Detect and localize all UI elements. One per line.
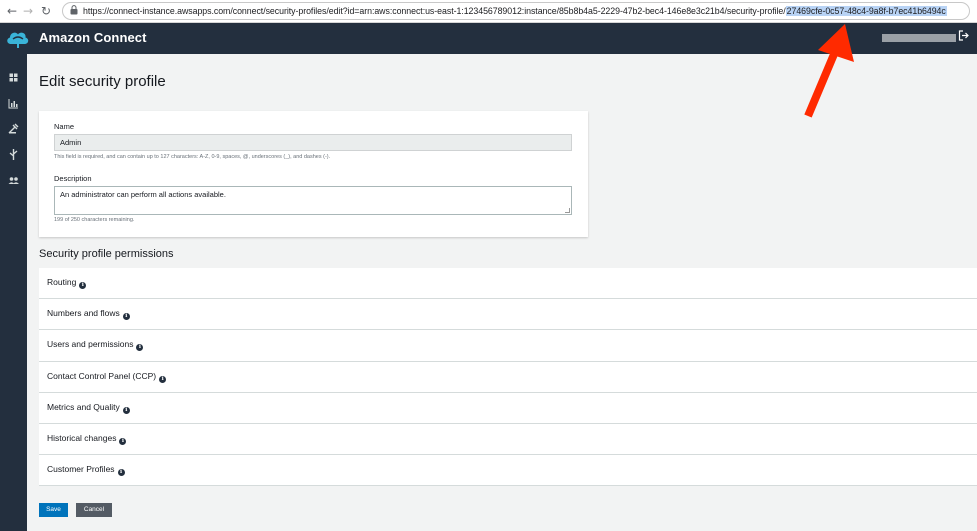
info-icon[interactable]: i bbox=[159, 375, 167, 383]
info-icon[interactable]: i bbox=[119, 437, 127, 445]
info-icon[interactable]: i bbox=[122, 313, 130, 321]
permission-label: Customer Profiles i bbox=[47, 464, 125, 477]
permission-section-users-and-permissions[interactable]: Users and permissions i bbox=[39, 330, 977, 362]
info-icon[interactable]: i bbox=[79, 282, 87, 289]
back-arrow-icon[interactable]: ← bbox=[4, 2, 20, 20]
dashboard-icon[interactable] bbox=[6, 70, 21, 85]
permissions-title: Security profile permissions bbox=[39, 248, 174, 260]
amazon-connect-logo-icon[interactable] bbox=[5, 26, 31, 50]
permission-section-numbers-and-flows[interactable]: Numbers and flows i bbox=[39, 299, 977, 331]
profile-details-card: Name Admin This field is required, and c… bbox=[39, 111, 588, 237]
description-textarea[interactable]: An administrator can perform all actions… bbox=[54, 186, 572, 215]
permission-label: Numbers and flows i bbox=[47, 308, 130, 321]
metrics-chart-icon[interactable] bbox=[6, 96, 21, 111]
name-label: Name bbox=[54, 122, 75, 131]
users-icon[interactable] bbox=[6, 173, 21, 188]
save-button[interactable]: Save bbox=[39, 503, 68, 517]
permission-section-historical-changes[interactable]: Historical changes i bbox=[39, 423, 977, 456]
permission-section-metrics-and-quality[interactable]: Metrics and Quality i bbox=[39, 392, 977, 424]
description-hint: 199 of 250 characters remaining. bbox=[54, 217, 135, 223]
url-base: https://connect-instance.awsapps.com/con… bbox=[83, 6, 786, 16]
lock-icon bbox=[68, 5, 80, 17]
resize-handle-icon[interactable] bbox=[565, 208, 570, 213]
permission-section-customer-profiles[interactable]: Customer Profiles i bbox=[39, 455, 977, 487]
permission-label: Historical changes i bbox=[47, 433, 127, 445]
page-title: Edit security profile bbox=[39, 73, 166, 90]
info-icon[interactable]: i bbox=[117, 469, 125, 477]
permission-label: Routing i bbox=[47, 277, 87, 289]
permission-label: Metrics and Quality i bbox=[47, 402, 130, 414]
app-title: Amazon Connect bbox=[39, 30, 147, 45]
description-label: Description bbox=[54, 174, 92, 183]
info-icon[interactable]: i bbox=[136, 344, 144, 352]
annotation-arrow-icon bbox=[790, 10, 860, 120]
user-name-redacted[interactable] bbox=[882, 34, 956, 42]
permission-section-routing[interactable]: Routing i bbox=[39, 268, 977, 300]
permission-label: Users and permissions i bbox=[47, 339, 144, 352]
flows-icon[interactable] bbox=[6, 147, 21, 162]
name-input[interactable]: Admin bbox=[54, 134, 572, 151]
description-text: An administrator can perform all actions… bbox=[60, 190, 226, 199]
routing-icon[interactable] bbox=[6, 121, 21, 136]
cancel-button[interactable]: Cancel bbox=[76, 503, 112, 517]
side-navigation bbox=[0, 54, 27, 531]
permission-label: Contact Control Panel (CCP) i bbox=[47, 371, 167, 383]
permission-section-ccp[interactable]: Contact Control Panel (CCP) i bbox=[39, 361, 977, 393]
reload-icon[interactable]: ↻ bbox=[38, 2, 54, 20]
name-hint: This field is required, and can contain … bbox=[54, 154, 331, 160]
logout-icon[interactable] bbox=[958, 30, 970, 44]
forward-arrow-icon[interactable]: → bbox=[20, 2, 36, 20]
info-icon[interactable]: i bbox=[122, 406, 130, 414]
permissions-list: Routing i Numbers and flows i Users and pe… bbox=[39, 268, 977, 487]
